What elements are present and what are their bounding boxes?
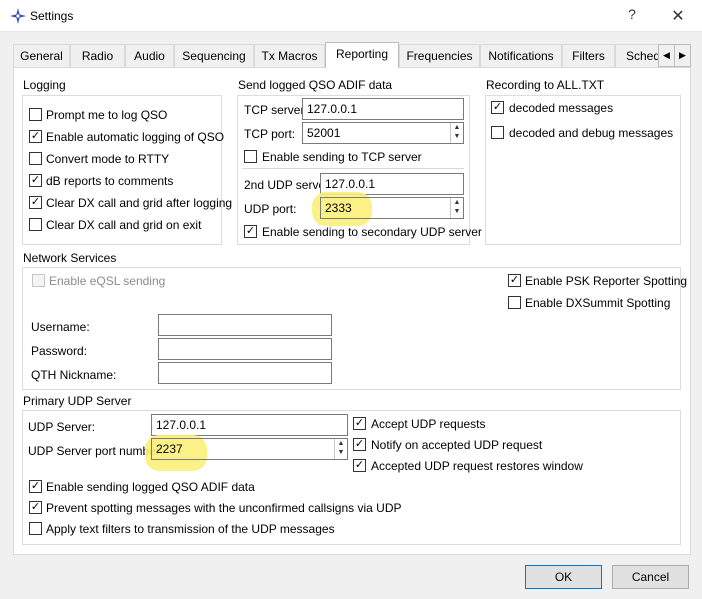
send-adif-group-title: Send logged QSO ADIF data: [238, 78, 393, 92]
psk-reporter-checkbox[interactable]: ✓: [508, 274, 521, 287]
prompt-log-checkbox[interactable]: [29, 108, 42, 121]
clear-dx-exit-checkbox[interactable]: [29, 218, 42, 231]
udp-port-label: UDP port:: [244, 202, 297, 216]
password-label: Password:: [31, 344, 88, 358]
udp-server-port-value: 2237: [156, 442, 183, 456]
text-filters-checkbox[interactable]: [29, 522, 42, 535]
tcp-port-value: 52001: [307, 126, 341, 140]
star-icon: [9, 7, 27, 25]
decoded-messages-checkbox[interactable]: ✓: [491, 101, 504, 114]
username-input[interactable]: [158, 314, 332, 336]
tcp-server-label: TCP server:: [244, 103, 308, 117]
recording-group-title: Recording to ALL.TXT: [486, 78, 605, 92]
chevron-right-icon: ▶: [679, 50, 686, 60]
prompt-log-label: Prompt me to log QSO: [46, 108, 168, 122]
udp-server-port-spinbox[interactable]: 2237 ▲ ▼: [151, 438, 348, 460]
auto-log-checkbox[interactable]: ✓: [29, 130, 42, 143]
primary-udp-group-title: Primary UDP Server: [23, 394, 132, 408]
udp-adif-checkbox[interactable]: ✓: [29, 480, 42, 493]
eqsl-checkbox[interactable]: [32, 274, 45, 287]
title-bar: Settings ? ✕: [0, 0, 702, 32]
tab-reporting[interactable]: Reporting: [325, 42, 399, 68]
text-filters-label: Apply text filters to transmission of th…: [46, 522, 335, 536]
tab-label: Sequencing: [182, 49, 246, 63]
prevent-spotting-label: Prevent spotting messages with the uncon…: [46, 501, 402, 515]
convert-rtty-checkbox[interactable]: [29, 152, 42, 165]
tab-notifications[interactable]: Notifications: [480, 44, 562, 67]
accept-udp-label: Accept UDP requests: [371, 417, 486, 431]
udp2-enable-label: Enable sending to secondary UDP server: [262, 225, 482, 239]
tab-label: Reporting: [335, 47, 389, 61]
username-label: Username:: [31, 320, 90, 334]
clear-dx-exit-label: Clear DX call and grid on exit: [46, 218, 202, 232]
tcp-port-spinbox[interactable]: 52001 ▲ ▼: [302, 122, 464, 144]
tab-scroll-right-button[interactable]: ▶: [674, 44, 691, 67]
spin-arrows-icon[interactable]: ▲ ▼: [450, 123, 463, 143]
tcp-server-input[interactable]: 127.0.0.1: [302, 98, 464, 120]
tab-filters[interactable]: Filters: [562, 44, 615, 67]
cancel-button[interactable]: Cancel: [612, 565, 689, 589]
tcp-port-label: TCP port:: [244, 127, 296, 141]
tab-label: Radio: [81, 49, 114, 63]
udp2-server-label: 2nd UDP server: [244, 178, 330, 192]
udp-port-spinbox[interactable]: 2333 ▲ ▼: [320, 197, 464, 219]
tab-label: Tx Macros: [261, 49, 318, 63]
notify-udp-checkbox[interactable]: ✓: [353, 438, 366, 451]
tab-tx-macros[interactable]: Tx Macros: [254, 44, 325, 67]
qth-nickname-label: QTH Nickname:: [31, 368, 117, 382]
accept-udp-checkbox[interactable]: ✓: [353, 417, 366, 430]
help-button[interactable]: ?: [622, 6, 642, 26]
decoded-debug-checkbox[interactable]: [491, 126, 504, 139]
notify-udp-label: Notify on accepted UDP request: [371, 438, 543, 452]
dxsummit-label: Enable DXSummit Spotting: [525, 296, 671, 310]
db-reports-checkbox[interactable]: ✓: [29, 174, 42, 187]
tab-general[interactable]: General: [13, 44, 70, 67]
tab-label: Audio: [134, 49, 165, 63]
tab-frequencies[interactable]: Frequencies: [399, 44, 480, 67]
tab-label: General: [20, 49, 63, 63]
adif-separator: [242, 168, 464, 169]
tab-sequencing[interactable]: Sequencing: [174, 44, 254, 67]
close-button[interactable]: ✕: [666, 6, 690, 26]
tcp-enable-label: Enable sending to TCP server: [262, 150, 422, 164]
udp-adif-label: Enable sending logged QSO ADIF data: [46, 480, 255, 494]
tab-label: Frequencies: [406, 49, 473, 63]
ok-button[interactable]: OK: [525, 565, 602, 589]
qth-nickname-input[interactable]: [158, 362, 332, 384]
recording-group-frame: [485, 95, 681, 245]
spin-arrows-icon[interactable]: ▲ ▼: [334, 439, 347, 459]
decoded-debug-label: decoded and debug messages: [509, 126, 674, 140]
tcp-enable-checkbox[interactable]: [244, 150, 257, 163]
clear-dx-after-log-checkbox[interactable]: ✓: [29, 196, 42, 209]
password-input[interactable]: [158, 338, 332, 360]
udp-server-port-label: UDP Server port number:: [28, 444, 164, 458]
chevron-left-icon: ◀: [663, 50, 670, 60]
prevent-spotting-checkbox[interactable]: ✓: [29, 501, 42, 514]
restore-window-checkbox[interactable]: ✓: [353, 459, 366, 472]
tab-label: Filters: [572, 49, 605, 63]
spin-arrows-icon[interactable]: ▲ ▼: [450, 198, 463, 218]
tab-audio[interactable]: Audio: [125, 44, 174, 67]
tab-label: Schedu: [626, 49, 658, 63]
udp-port-value: 2333: [325, 201, 352, 215]
psk-reporter-label: Enable PSK Reporter Spotting: [525, 274, 688, 288]
eqsl-label: Enable eQSL sending: [49, 274, 166, 288]
udp2-enable-checkbox[interactable]: ✓: [244, 225, 257, 238]
decoded-messages-label: decoded messages: [509, 101, 614, 115]
udp-server-input[interactable]: 127.0.0.1: [151, 414, 348, 436]
auto-log-label: Enable automatic logging of QSO: [46, 130, 225, 144]
tab-label: Notifications: [488, 49, 554, 63]
restore-window-label: Accepted UDP request restores window: [371, 459, 583, 473]
db-reports-label: dB reports to comments: [46, 174, 174, 188]
network-group-title: Network Services: [23, 251, 117, 265]
convert-rtty-label: Convert mode to RTTY: [46, 152, 170, 166]
tab-scroll-left-button[interactable]: ◀: [658, 44, 675, 67]
clear-dx-after-log-label: Clear DX call and grid after logging: [46, 196, 233, 210]
dxsummit-checkbox[interactable]: [508, 296, 521, 309]
logging-group-title: Logging: [23, 78, 66, 92]
udp-server-label: UDP Server:: [28, 420, 96, 434]
tab-radio[interactable]: Radio: [70, 44, 125, 67]
tab-scheduler[interactable]: Schedu: [615, 44, 659, 67]
window-title: Settings: [30, 9, 74, 23]
